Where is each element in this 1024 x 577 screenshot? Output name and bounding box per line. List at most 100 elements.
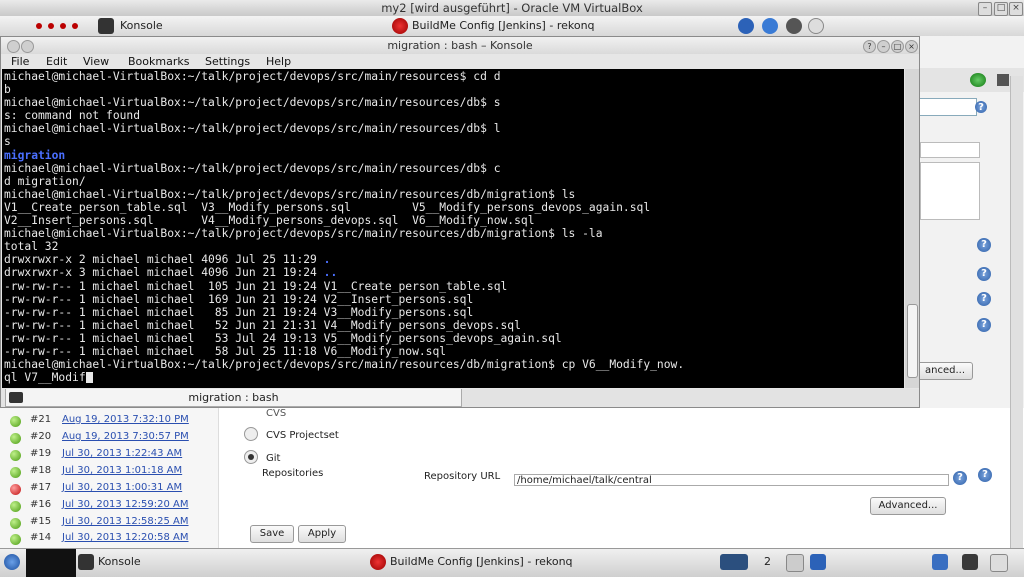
terminal-tab-icon	[9, 392, 23, 403]
desktop-number[interactable]: 2	[764, 555, 771, 568]
rekonq-search-box[interactable]	[915, 98, 977, 116]
scm-radio-git[interactable]	[244, 450, 258, 464]
scrollbar-thumb[interactable]	[907, 304, 918, 378]
rekonq-scrollbar[interactable]	[1010, 76, 1023, 436]
scm-radio-cvs-projectset[interactable]	[244, 427, 258, 441]
page-scrollbar[interactable]	[1010, 408, 1023, 548]
tray-settings-icon[interactable]	[786, 18, 802, 34]
maximize-icon[interactable]: □	[994, 2, 1008, 16]
window-dot-icon[interactable]	[72, 23, 78, 29]
window-dot-icon[interactable]	[60, 23, 66, 29]
terminal-line: michael@michael-VirtualBox:~/talk/projec…	[4, 187, 576, 201]
maximize-icon[interactable]: □	[891, 40, 904, 53]
konsole-icon	[98, 18, 114, 34]
menu-bookmarks[interactable]: Bookmarks	[128, 55, 189, 68]
menu-settings[interactable]: Settings	[205, 55, 250, 68]
terminal-line: michael@michael-VirtualBox:~/talk/projec…	[4, 122, 501, 136]
build-history-panel: #21 Aug 19, 2013 7:32:10 PM #20 Aug 19, 20…	[0, 408, 219, 548]
taskbar-konsole[interactable]: Konsole	[98, 555, 141, 568]
terminal-cursor	[85, 372, 93, 384]
terminal-line: b	[4, 83, 11, 97]
konsole-window: migration : bash – Konsole ? – □ × File …	[0, 36, 920, 408]
success-ball-icon	[10, 416, 21, 427]
virtualbox-title: my2 [wird ausgeführt] - Oracle VM Virtua…	[381, 1, 643, 15]
help-icon[interactable]: ?	[977, 292, 991, 306]
tray-expand-icon[interactable]	[990, 554, 1008, 572]
panel-browser-task[interactable]: BuildMe Config [Jenkins] - rekonq	[412, 17, 595, 34]
terminal-line: total 32	[4, 240, 59, 254]
menu-help[interactable]: Help	[266, 55, 291, 68]
success-ball-icon	[10, 501, 21, 512]
terminal-view[interactable]: michael@michael-VirtualBox:~/talk/projec…	[2, 69, 904, 388]
taskbar-browser[interactable]: BuildMe Config [Jenkins] - rekonq	[390, 555, 573, 568]
terminal-line: michael@michael-VirtualBox:~/talk/projec…	[4, 227, 603, 241]
save-button[interactable]: Save	[250, 525, 294, 543]
video-overlay-strip	[26, 549, 76, 577]
close-icon[interactable]: ×	[905, 40, 918, 53]
kde-menu-icon[interactable]	[4, 554, 20, 570]
minimize-icon[interactable]: –	[978, 2, 992, 16]
help-icon[interactable]: ?	[863, 40, 876, 53]
terminal-line: migration	[4, 148, 66, 162]
help-icon[interactable]: ?	[977, 238, 991, 252]
config-textarea-edge[interactable]	[920, 162, 980, 220]
scm-option-cvs-projectset: CVS Projectset	[266, 430, 339, 441]
help-icon[interactable]: ?	[953, 471, 967, 485]
menu-tools-icon[interactable]	[997, 74, 1009, 86]
help-icon[interactable]: ?	[977, 267, 991, 281]
terminal-line: michael@michael-VirtualBox:~/talk/projec…	[4, 96, 501, 110]
failed-ball-icon	[10, 484, 21, 495]
apply-button[interactable]: Apply	[298, 525, 346, 543]
terminal-line: michael@michael-VirtualBox:~/talk/projec…	[4, 161, 501, 175]
pager-icon[interactable]	[720, 554, 748, 570]
terminal-line: drwxrwxr-x 3 michael michael 4096 Jun 21…	[4, 266, 338, 280]
repositories-label: Repositories	[262, 468, 324, 479]
jenkins-config-page: #21 Aug 19, 2013 7:32:10 PM #20 Aug 19, 20…	[0, 408, 1024, 548]
konsole-titlebar[interactable]: migration : bash – Konsole ? – □ ×	[1, 37, 919, 54]
network-icon[interactable]	[810, 554, 826, 570]
konsole-tabbar: migration : bash	[1, 389, 919, 407]
tray-battery-icon[interactable]	[808, 18, 824, 34]
help-icon[interactable]: ?	[975, 101, 987, 113]
success-ball-icon	[10, 450, 21, 461]
konsole-icon	[78, 554, 94, 570]
success-ball-icon	[10, 433, 21, 444]
clipboard-icon[interactable]	[786, 554, 804, 572]
window-dot-icon[interactable]	[48, 23, 54, 29]
terminal-scrollbar[interactable]	[905, 69, 919, 388]
repository-url-input[interactable]: /home/michael/talk/central	[514, 474, 949, 486]
rekonq-icon	[370, 554, 386, 570]
window-dot-icon[interactable]	[36, 23, 42, 29]
terminal-line: d migration/	[4, 174, 86, 188]
advanced-button[interactable]: Advanced...	[870, 497, 946, 515]
tray-icon[interactable]	[932, 554, 948, 570]
terminal-line: s	[4, 135, 11, 149]
minimize-icon[interactable]: –	[877, 40, 890, 53]
help-icon[interactable]: ?	[978, 468, 992, 482]
scm-option-git: Git	[266, 453, 281, 464]
terminal-line: s: command not found	[4, 109, 141, 123]
terminal-line: -rw-rw-r-- 1 michael michael 53 Jul 24 1…	[4, 331, 562, 345]
reload-icon[interactable]	[970, 73, 986, 87]
virtualbox-titlebar[interactable]: my2 [wird ausgeführt] - Oracle VM Virtua…	[0, 0, 1024, 17]
konsole-title: migration : bash – Konsole	[387, 39, 533, 52]
advanced-button-partial[interactable]: anced...	[917, 362, 973, 380]
close-icon[interactable]: ×	[1009, 2, 1023, 16]
rekonq-icon	[392, 18, 408, 34]
menu-edit[interactable]: Edit	[46, 55, 67, 68]
terminal-line: -rw-rw-r-- 1 michael michael 52 Jun 21 2…	[4, 318, 521, 332]
tray-help-icon[interactable]	[738, 18, 754, 34]
success-ball-icon	[10, 534, 21, 545]
panel-konsole-task[interactable]: Konsole	[120, 17, 163, 34]
terminal-line: V2__Insert_persons.sql V4__Modify_person…	[4, 214, 535, 228]
help-icon[interactable]: ?	[977, 318, 991, 332]
terminal-line: -rw-rw-r-- 1 michael michael 105 Jun 21 …	[4, 279, 508, 293]
volume-icon[interactable]	[962, 554, 978, 570]
menu-view[interactable]: View	[83, 55, 109, 68]
menu-file[interactable]: File	[11, 55, 29, 68]
config-textarea-edge[interactable]	[920, 142, 980, 158]
repository-url-label: Repository URL	[424, 471, 501, 482]
tray-network-icon[interactable]	[762, 18, 778, 34]
tab-migration-bash[interactable]: migration : bash	[5, 389, 462, 407]
terminal-line: -rw-rw-r-- 1 michael michael 169 Jun 21 …	[4, 292, 474, 306]
